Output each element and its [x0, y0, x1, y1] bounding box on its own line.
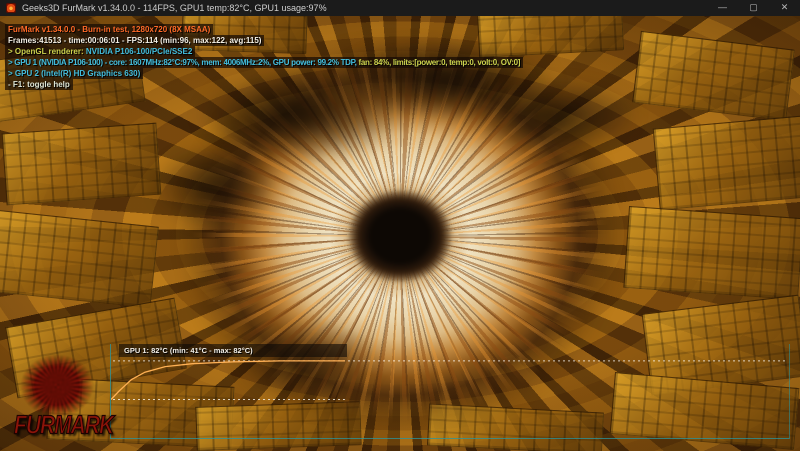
temp-graph: GPU 1: 82°C (min: 41°C - max: 82°C) [110, 344, 790, 439]
fur-donut-pupil [346, 188, 454, 284]
furmark-logo: FURMARK [12, 352, 122, 448]
window-title: Geeks3D FurMark v1.34.0.0 - 114FPS, GPU1… [22, 3, 327, 13]
close-button[interactable]: ✕ [769, 0, 800, 16]
osd-overlay: FurMark v1.34.0.0 - Burn-in test, 1280x7… [5, 24, 523, 90]
osd-renderer-line: > OpenGL renderer: NVIDIA P106-100/PCIe/… [5, 46, 195, 57]
window-controls: — ▢ ✕ [707, 0, 800, 16]
tunnel-block [2, 123, 162, 206]
tunnel-block [0, 210, 159, 309]
titlebar[interactable]: Geeks3D FurMark v1.34.0.0 - 114FPS, GPU1… [0, 0, 800, 16]
osd-renderer-value: NVIDIA P106-100/PCIe/SSE2 [86, 47, 192, 56]
osd-gpu1-main: > GPU 1 (NVIDIA P106-100) - core: 1607MH… [8, 58, 358, 67]
render-viewport: FurMark v1.34.0.0 - Burn-in test, 1280x7… [0, 16, 800, 451]
minimize-button[interactable]: — [707, 0, 738, 16]
osd-gpu2-line: > GPU 2 (Intel(R) HD Graphics 630) [5, 68, 143, 79]
tunnel-block [632, 31, 795, 121]
furmark-window: Geeks3D FurMark v1.34.0.0 - 114FPS, GPU1… [0, 0, 800, 451]
osd-frames-line: Frames:41513 - time:00:06:01 - FPS:114 (… [5, 35, 264, 46]
temp-graph-label: GPU 1: 82°C (min: 41°C - max: 82°C) [119, 344, 347, 357]
furmark-logo-fur-icon [20, 354, 94, 418]
furmark-app-icon [6, 3, 16, 13]
maximize-button[interactable]: ▢ [738, 0, 769, 16]
temp-history-line [111, 361, 345, 400]
osd-gpu1-limits: fan: 84%, limits:[power:0, temp:0, volt:… [358, 58, 520, 67]
furmark-logo-text: FURMARK [14, 411, 113, 441]
smoke-wisp [150, 144, 280, 229]
tunnel-block [623, 206, 800, 300]
osd-gpu1-line: > GPU 1 (NVIDIA P106-100) - core: 1607MH… [5, 57, 523, 68]
osd-burnin-line: FurMark v1.34.0.0 - Burn-in test, 1280x7… [5, 24, 213, 35]
osd-renderer-label: > OpenGL renderer: [8, 47, 86, 56]
tunnel-block [653, 116, 800, 211]
osd-help-line: - F1: toggle help [5, 79, 73, 90]
temp-graph-plot [111, 344, 789, 438]
